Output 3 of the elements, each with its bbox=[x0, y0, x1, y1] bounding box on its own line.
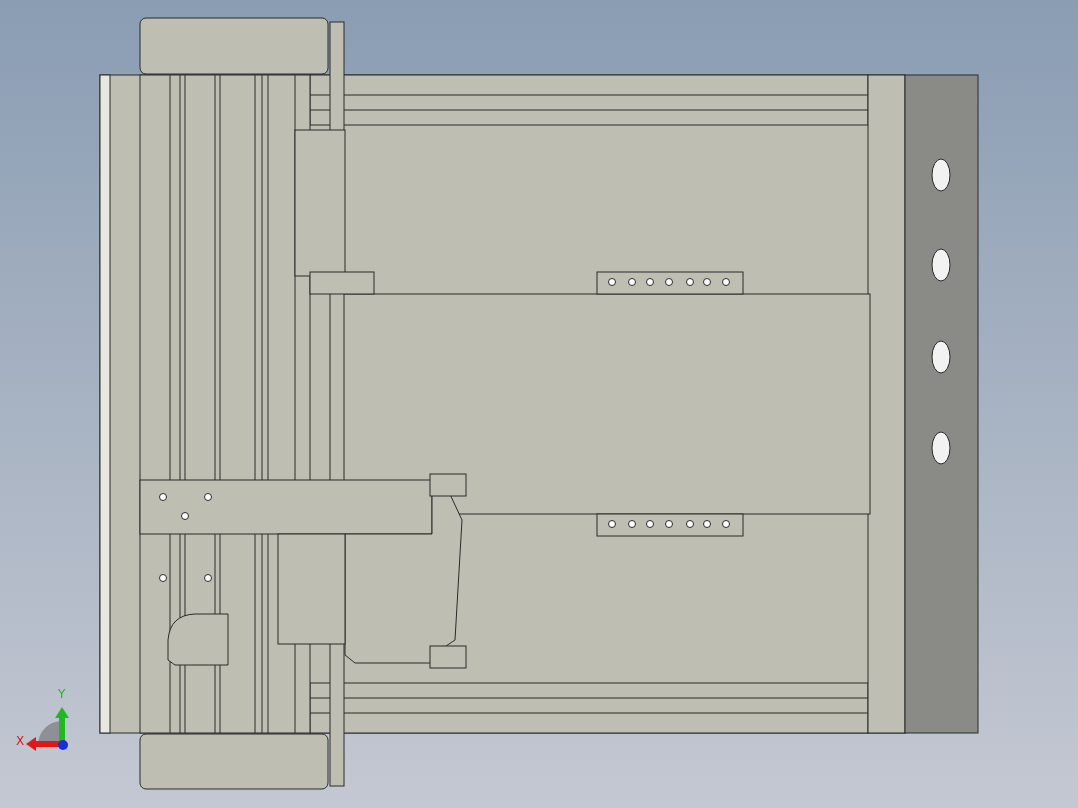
axis-triad-icon bbox=[26, 707, 69, 751]
y-axis-label: Y bbox=[58, 687, 66, 701]
x-axis-label: X bbox=[16, 734, 25, 748]
